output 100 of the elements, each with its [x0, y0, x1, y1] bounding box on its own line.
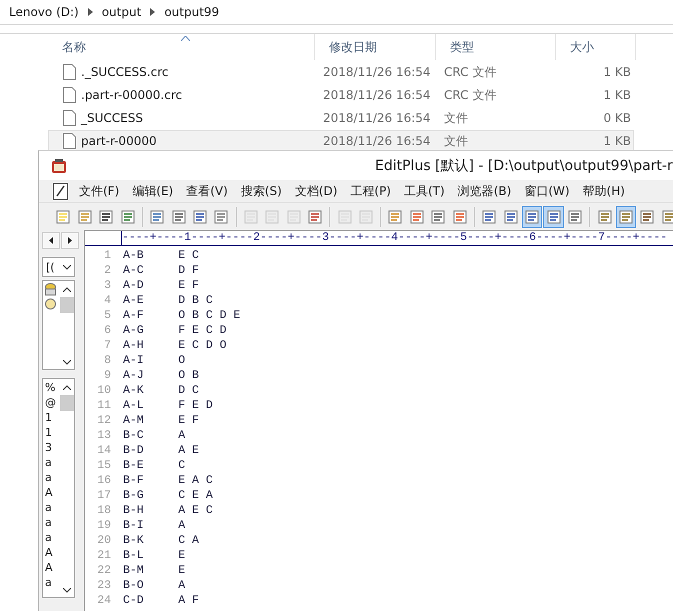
list-item[interactable]: %	[45, 380, 59, 395]
code-line: B-K C A	[123, 534, 199, 547]
dropdown[interactable]: [(	[42, 257, 75, 277]
code-line: C-D A F	[123, 594, 199, 607]
column-header[interactable]: 大小	[556, 34, 636, 60]
file-name: _SUCCESS	[81, 111, 143, 125]
file-row[interactable]: .part-r-00000.crc 2018/11/26 16:54 CRC 文件 1 KB	[48, 84, 634, 106]
file-name: .part-r-00000.crc	[81, 88, 182, 102]
code-line: A-C D F	[123, 264, 199, 277]
menu-item[interactable]: 查看(V)	[186, 182, 228, 200]
file-size: 0 KB	[602, 111, 632, 125]
scrollbar-thumb[interactable]	[60, 395, 74, 411]
breadcrumb-item[interactable]: output	[102, 5, 142, 19]
menu-item[interactable]: 文件(F)	[79, 182, 120, 200]
code-line: A-B E C	[123, 249, 199, 262]
code-line: B-E C	[123, 459, 186, 472]
clip-list[interactable]: % @ 1 1 3 a a A a a a A A a	[42, 378, 75, 598]
code-line: A-E D B C	[123, 294, 213, 307]
directory-list[interactable]	[42, 280, 75, 370]
file-row[interactable]: _SUCCESS 2018/11/26 16:54 文件 0 KB	[48, 107, 634, 129]
list-item[interactable]: 3	[45, 440, 59, 455]
modified-date: 2018/11/26 16:54	[322, 134, 432, 148]
left-arrow-icon	[49, 237, 53, 244]
line-number: 22	[96, 564, 111, 577]
line-number: 18	[96, 504, 111, 517]
list-item[interactable]: A	[45, 560, 59, 575]
menu-item[interactable]: 浏览器(B)	[458, 182, 512, 200]
code-line: A-I O	[123, 354, 186, 367]
document-icon[interactable]	[53, 182, 68, 200]
code-line: B-I A	[123, 519, 186, 532]
line-number: 11	[96, 399, 111, 412]
line-number: 12	[96, 414, 111, 427]
code-line: B-O A	[123, 579, 186, 592]
breadcrumb-item[interactable]: output99	[164, 5, 220, 19]
code-line: B-H A E C	[123, 504, 213, 517]
line-number: 1	[103, 249, 111, 262]
file-row[interactable]: ._SUCCESS.crc 2018/11/26 16:54 CRC 文件 1 KB	[48, 61, 634, 83]
code-line: A-D E F	[123, 279, 199, 292]
scrollbar-thumb[interactable]	[60, 297, 74, 313]
file-icon	[63, 87, 76, 103]
line-number: 2	[103, 264, 111, 277]
line-number: 9	[103, 369, 111, 382]
previous-button[interactable]	[42, 232, 60, 249]
menu-item[interactable]: 工具(T)	[404, 182, 445, 200]
modified-date: 2018/11/26 16:54	[322, 111, 432, 125]
line-number: 19	[96, 519, 111, 532]
file-row[interactable]: part-r-00000 2018/11/26 16:54 文件 1 KB	[48, 130, 634, 152]
line-number: 23	[96, 579, 111, 592]
list-item[interactable]: 1	[45, 410, 59, 425]
line-number: 17	[96, 489, 111, 502]
menu-item[interactable]: 编辑(E)	[132, 182, 174, 200]
line-number: 7	[103, 339, 111, 352]
menu-item[interactable]: 文档(D)	[294, 182, 338, 200]
line-number: 10	[96, 384, 111, 397]
chevron-icon[interactable]	[150, 8, 156, 16]
line-number: 4	[103, 294, 111, 307]
code-line: A-K D C	[123, 384, 199, 397]
file-icon	[63, 110, 76, 126]
list-item[interactable]: 1	[45, 425, 59, 440]
breadcrumb-item[interactable]: Lenovo (D:)	[9, 5, 79, 19]
chevron-icon[interactable]	[88, 8, 93, 16]
file-icon	[63, 133, 76, 149]
caret-down-icon	[63, 264, 71, 270]
file-type: CRC 文件	[443, 86, 498, 104]
menu-item[interactable]: 搜索(S)	[240, 182, 282, 200]
code-line: B-G C E A	[123, 489, 213, 502]
menu-item[interactable]: 工程(P)	[350, 182, 391, 200]
list-item[interactable]: a	[45, 530, 59, 545]
list-item[interactable]: A	[45, 485, 59, 500]
list-item[interactable]: A	[45, 545, 59, 560]
code-line: A-M E F	[123, 414, 199, 427]
file-type: CRC 文件	[443, 64, 498, 80]
line-number: 3	[103, 279, 111, 292]
file-name: part-r-00000	[81, 134, 157, 148]
menu-item[interactable]: 窗口(W)	[524, 182, 570, 200]
list-item[interactable]: a	[45, 470, 59, 485]
line-number: 8	[103, 354, 111, 367]
line-number: 13	[96, 429, 111, 442]
column-header[interactable]: 名称	[48, 34, 315, 60]
drive-icon	[45, 283, 56, 296]
code-line: A-G F E C D	[123, 324, 227, 337]
caret-down-icon	[62, 360, 70, 365]
list-item[interactable]: @	[45, 395, 59, 410]
list-item[interactable]: a	[45, 515, 59, 530]
line-number: 20	[96, 534, 111, 547]
code-line: B-L E	[123, 549, 186, 562]
line-number: 24	[96, 594, 111, 607]
file-icon	[63, 64, 76, 80]
list-item[interactable]: a	[45, 455, 59, 470]
list-item[interactable]: a	[45, 500, 59, 515]
file-size: 1 KB	[602, 134, 632, 148]
next-button[interactable]	[61, 232, 79, 249]
modified-date: 2018/11/26 16:54	[322, 65, 432, 79]
menu-item[interactable]: 帮助(H)	[582, 182, 625, 200]
modified-date: 2018/11/26 16:54	[322, 88, 432, 102]
list-item[interactable]: a	[45, 575, 59, 590]
right-arrow-icon	[68, 237, 72, 244]
line-number: 6	[103, 324, 111, 337]
column-header[interactable]: 类型	[436, 34, 556, 60]
column-header[interactable]: 修改日期	[315, 34, 436, 60]
